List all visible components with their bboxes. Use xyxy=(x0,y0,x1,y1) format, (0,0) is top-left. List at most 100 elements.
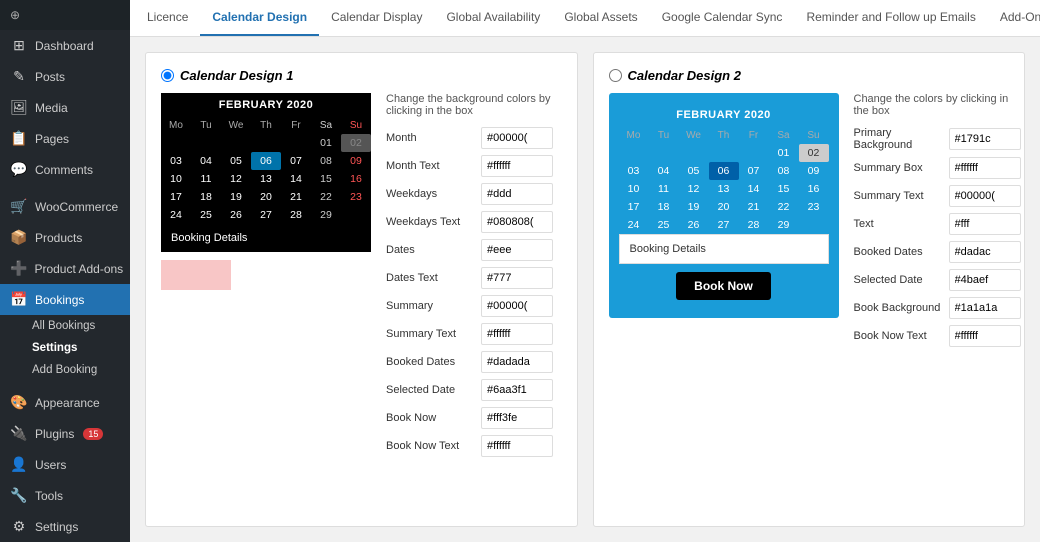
cal1-cell[interactable]: 08 xyxy=(311,152,341,170)
sidebar-item-add-booking[interactable]: Add Booking xyxy=(22,359,130,381)
cal2-cell[interactable]: 04 xyxy=(649,162,679,180)
sidebar-item-plugins[interactable]: 🔌 Plugins 15 xyxy=(0,418,130,449)
cal2-cell[interactable]: 26 xyxy=(679,216,709,234)
cal1-cell-01-sa[interactable]: 01 xyxy=(311,134,341,152)
cal2-cell[interactable]: 05 xyxy=(679,162,709,180)
cal1-cell[interactable]: 19 xyxy=(221,188,251,206)
color-input-selected-date2[interactable] xyxy=(949,269,1021,291)
design2-radio[interactable] xyxy=(609,69,622,82)
color-input-month[interactable] xyxy=(481,127,553,149)
color-input-booked-dates[interactable] xyxy=(481,351,553,373)
sidebar-item-product-addons[interactable]: ➕ Product Add-ons xyxy=(0,253,130,284)
cal2-cell[interactable]: 09 xyxy=(799,162,829,180)
tab-calendar-display[interactable]: Calendar Display xyxy=(319,0,434,36)
sidebar-item-bookings[interactable]: 📅 Bookings xyxy=(0,284,130,315)
sidebar-item-settings[interactable]: ⚙ Settings xyxy=(0,511,130,542)
cal2-cell[interactable] xyxy=(739,144,769,162)
cal2-cell[interactable]: 07 xyxy=(739,162,769,180)
cal1-cell[interactable]: 21 xyxy=(281,188,311,206)
cal1-cell[interactable]: 27 xyxy=(251,206,281,224)
cal2-cell[interactable]: 13 xyxy=(709,180,739,198)
cal1-cell[interactable] xyxy=(161,134,191,152)
color-input-weekdays[interactable] xyxy=(481,183,553,205)
sidebar-item-dashboard[interactable]: ⊞ Dashboard xyxy=(0,30,130,61)
cal2-cell[interactable]: 03 xyxy=(619,162,649,180)
cal2-cell[interactable] xyxy=(799,216,829,234)
color-input-book-now-text2[interactable] xyxy=(949,325,1021,347)
cal1-cell[interactable] xyxy=(191,134,221,152)
cal2-cell[interactable]: 12 xyxy=(679,180,709,198)
cal2-cell[interactable] xyxy=(649,144,679,162)
color-input-dates[interactable] xyxy=(481,239,553,261)
tab-google-calendar-sync[interactable]: Google Calendar Sync xyxy=(650,0,795,36)
cal1-cell[interactable] xyxy=(281,134,311,152)
color-input-summary-text2[interactable] xyxy=(949,185,1021,207)
color-input-dates-text[interactable] xyxy=(481,267,553,289)
cal2-cell[interactable]: 22 xyxy=(769,198,799,216)
color-input-summary[interactable] xyxy=(481,295,553,317)
cal2-cell[interactable]: 21 xyxy=(739,198,769,216)
cal1-cell[interactable]: 15 xyxy=(311,170,341,188)
sidebar-item-media[interactable]: 🖼 Media xyxy=(0,92,130,123)
cal2-cell[interactable] xyxy=(679,144,709,162)
cal1-cell[interactable]: 05 xyxy=(221,152,251,170)
cal2-cell[interactable]: 14 xyxy=(739,180,769,198)
cal1-cell[interactable]: 11 xyxy=(191,170,221,188)
color-input-booked-dates2[interactable] xyxy=(949,241,1021,263)
sidebar-item-products[interactable]: 📦 Products xyxy=(0,222,130,253)
color-input-weekdays-text[interactable] xyxy=(481,211,553,233)
sidebar-item-users[interactable]: 👤 Users xyxy=(0,449,130,480)
tab-add-ons[interactable]: Add-Ons xyxy=(988,0,1040,36)
sidebar-item-appearance[interactable]: 🎨 Appearance xyxy=(0,387,130,418)
cal2-cell[interactable]: 15 xyxy=(769,180,799,198)
color-input-book-now-text[interactable] xyxy=(481,435,553,457)
tab-global-assets[interactable]: Global Assets xyxy=(552,0,649,36)
cal1-cell[interactable]: 28 xyxy=(281,206,311,224)
cal2-cell[interactable]: 17 xyxy=(619,198,649,216)
cal2-cell-02[interactable]: 02 xyxy=(799,144,829,162)
color-input-summary-box[interactable] xyxy=(949,157,1021,179)
color-input-primary-bg[interactable] xyxy=(949,128,1021,150)
cal2-cell-today[interactable]: 06 xyxy=(709,162,739,180)
cal1-cell[interactable]: 22 xyxy=(311,188,341,206)
sidebar-item-woocommerce[interactable]: 🛒 WooCommerce xyxy=(0,191,130,222)
color-input-book-bg[interactable] xyxy=(949,297,1021,319)
cal2-cell[interactable]: 10 xyxy=(619,180,649,198)
cal2-cell[interactable]: 24 xyxy=(619,216,649,234)
cal2-cell[interactable]: 27 xyxy=(709,216,739,234)
tab-calendar-design[interactable]: Calendar Design xyxy=(200,0,319,36)
cal1-cell[interactable]: 25 xyxy=(191,206,221,224)
cal2-cell[interactable]: 29 xyxy=(769,216,799,234)
cal1-cell[interactable] xyxy=(251,134,281,152)
cal1-cell-today[interactable]: 06 xyxy=(251,152,281,170)
tab-licence[interactable]: Licence xyxy=(135,0,200,36)
cal1-cell[interactable]: 29 xyxy=(311,206,341,224)
cal1-cell[interactable]: 24 xyxy=(161,206,191,224)
tab-global-availability[interactable]: Global Availability xyxy=(434,0,552,36)
cal1-cell[interactable] xyxy=(341,206,371,224)
cal2-cell[interactable]: 19 xyxy=(679,198,709,216)
cal2-cell[interactable]: 20 xyxy=(709,198,739,216)
cal1-cell[interactable]: 10 xyxy=(161,170,191,188)
cal1-cell[interactable]: 04 xyxy=(191,152,221,170)
tab-reminder-emails[interactable]: Reminder and Follow up Emails xyxy=(794,0,987,36)
cal1-cell[interactable]: 12 xyxy=(221,170,251,188)
cal1-cell[interactable]: 16 xyxy=(341,170,371,188)
cal2-cell[interactable]: 23 xyxy=(799,198,829,216)
cal2-cell[interactable] xyxy=(709,144,739,162)
cal2-cell[interactable]: 28 xyxy=(739,216,769,234)
cal1-cell[interactable]: 26 xyxy=(221,206,251,224)
cal1-cell[interactable]: 23 xyxy=(341,188,371,206)
cal1-cell[interactable]: 07 xyxy=(281,152,311,170)
cal2-cell[interactable]: 11 xyxy=(649,180,679,198)
color-input-book-now[interactable] xyxy=(481,407,553,429)
cal2-cell[interactable]: 16 xyxy=(799,180,829,198)
cal2-cell-01[interactable]: 01 xyxy=(769,144,799,162)
cal1-cell[interactable]: 03 xyxy=(161,152,191,170)
cal1-cell[interactable] xyxy=(221,134,251,152)
book-now-button[interactable]: Book Now xyxy=(676,272,771,300)
design1-radio[interactable] xyxy=(161,69,174,82)
cal2-cell[interactable]: 25 xyxy=(649,216,679,234)
sidebar-item-bookings-settings[interactable]: Settings xyxy=(22,337,130,359)
cal1-cell[interactable]: 17 xyxy=(161,188,191,206)
